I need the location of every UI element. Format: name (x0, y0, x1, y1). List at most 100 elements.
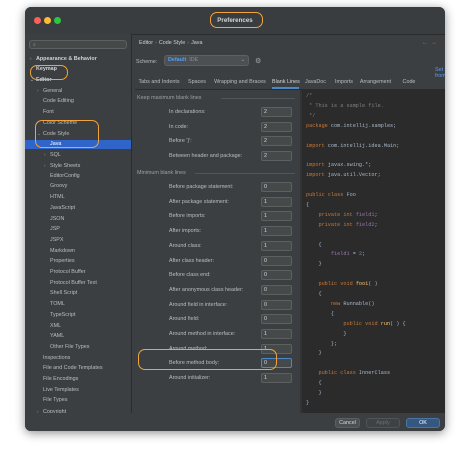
option-after-package-statement-field[interactable]: 1 (261, 196, 292, 207)
annotation-editor (30, 65, 68, 80)
code-token: import (306, 172, 328, 179)
code-token: field2 (355, 221, 375, 228)
sidebar-item-protocol-buffer[interactable]: Protocol Buffer (25, 268, 131, 277)
option-before-field[interactable]: 2 (261, 136, 292, 147)
scheme-dropdown[interactable]: Default IDE ⌄ (164, 55, 249, 66)
sidebar-item-style-sheets[interactable]: › Style Sheets (25, 161, 131, 170)
cancel-button[interactable]: Cancel (335, 418, 360, 428)
option-before-package-statement-field[interactable]: 0 (261, 182, 292, 192)
sidebar-item-file-encodings[interactable]: File Encodings (25, 375, 131, 384)
sidebar-item-groovy[interactable]: Groovy (25, 182, 131, 191)
option-label: Before imports: (169, 213, 206, 220)
code-token: { (306, 380, 322, 387)
sidebar-item-markdown[interactable]: Markdown (25, 247, 131, 256)
option-in-code-field[interactable]: 2 (261, 121, 292, 132)
option-before-class-end-field[interactable]: 0 (261, 270, 292, 281)
code-token: }; (306, 340, 338, 347)
code-token: javax.swing.*; (327, 162, 372, 169)
code-token: ( ) (390, 320, 400, 327)
code-line: { (306, 291, 322, 297)
option-before-imports-field[interactable]: 1 (261, 211, 292, 222)
code-token: field1 (330, 251, 350, 258)
sidebar-item-other-file-types[interactable]: Other File Types (25, 343, 131, 352)
sidebar-item-file-types[interactable]: File Types (25, 396, 131, 405)
code-line: public void run( ) { (306, 320, 405, 327)
option-around-field-field[interactable]: 0 (261, 314, 292, 325)
sidebar-item-typescript[interactable]: TypeScript (25, 311, 131, 320)
sidebar-item-live-templates[interactable]: Live Templates (25, 386, 131, 395)
tab-spaces[interactable]: Spaces (185, 77, 209, 89)
breadcrumb-editor[interactable]: Editor (139, 40, 153, 46)
sidebar-item-protocol-buffer-text[interactable]: Protocol Buffer Text (25, 279, 131, 288)
code-line: { (306, 380, 322, 387)
option-around-method-in-interface-field[interactable]: 1 (261, 329, 292, 339)
code-token: field1 (355, 211, 375, 218)
sidebar-item-label: JSON (50, 215, 65, 222)
blank-lines-options: Keep maximum blank lines In declarations:… (135, 90, 299, 431)
breadcrumb-code-style[interactable]: Code Style (159, 40, 185, 46)
sidebar-item-editorconfig[interactable]: EditorConfig (25, 172, 131, 181)
tab-blank-lines[interactable]: Blank Lines (272, 77, 300, 89)
sidebar-item-jsp[interactable]: JSP (25, 225, 131, 234)
sidebar-item-label: Markdown (50, 247, 75, 254)
sidebar-item-label: XML (50, 322, 62, 329)
sidebar-item-label: Code Editing (43, 97, 74, 104)
code-line: private int field2; (306, 221, 377, 228)
option-between-header-and-package-field[interactable]: 2 (261, 151, 292, 162)
sidebar-item-javascript[interactable]: JavaScript (25, 204, 131, 213)
tab-imports[interactable]: Imports (332, 77, 356, 89)
ok-button[interactable]: OK (406, 418, 440, 428)
code-token: private int (306, 211, 356, 218)
back-arrow-icon[interactable]: ← (422, 40, 431, 46)
sidebar-item-shell-script[interactable]: Shell Script (25, 289, 131, 298)
tab-arrangement[interactable]: Arrangement (359, 77, 392, 89)
option-around-initializer-field[interactable]: 1 (261, 373, 292, 384)
option-after-imports-field[interactable]: 1 (261, 226, 292, 237)
option-around-class-field[interactable]: 1 (261, 240, 292, 251)
code-token: { (306, 291, 322, 297)
sidebar-item-label: File Types (43, 397, 68, 404)
sidebar-item-font[interactable]: Font (25, 108, 131, 117)
sidebar-item-label: Protocol Buffer (50, 269, 86, 275)
sidebar-item-yaml[interactable]: YAML (25, 332, 131, 341)
settings-search-input[interactable]: ⌕ (29, 40, 127, 49)
option-label: After imports: (169, 228, 202, 235)
sidebar-item-inspections[interactable]: Inspections (25, 354, 131, 363)
tab-tabs-and-indents[interactable]: Tabs and Indents (135, 77, 183, 89)
option-after-anonymous-class-header-field[interactable]: 0 (261, 284, 292, 295)
code-line: } (306, 350, 321, 356)
tab-javadoc[interactable]: JavaDoc (302, 77, 329, 89)
code-token: } (306, 261, 322, 268)
code-token: { (306, 310, 335, 317)
option-in-declarations-field[interactable]: 2 (261, 107, 292, 117)
tab-wrapping-and-braces[interactable]: Wrapping and Braces (211, 77, 269, 89)
sidebar-item-jspx[interactable]: JSPX (25, 236, 131, 245)
option-after-class-header-field[interactable]: 0 (261, 255, 292, 266)
apply-button[interactable]: Apply (366, 418, 400, 428)
option-around-field-in-interface-field[interactable]: 0 (261, 299, 292, 310)
sidebar-item-json[interactable]: JSON (25, 215, 131, 224)
code-token: private int (306, 221, 356, 228)
sidebar-item-appearance-behavior[interactable]: › Appearance & Behavior (25, 54, 131, 63)
code-token: InnerClass (358, 370, 391, 377)
navigation-arrows[interactable]: ←→ (422, 40, 440, 46)
code-line: import javax.swing.*; (306, 162, 371, 168)
sidebar-item-general[interactable]: › General (25, 86, 131, 95)
sidebar-item-html[interactable]: HTML (25, 193, 131, 202)
preferences-window: Preferences ⌕ › Appearance & Behavior Keym… (25, 7, 445, 431)
sidebar-item-properties[interactable]: Properties (25, 257, 131, 266)
sidebar-item-label: JSP (50, 226, 60, 233)
sidebar-item-sql[interactable]: › SQL (25, 150, 131, 159)
sidebar-item-label: Shell Script (50, 290, 78, 297)
sidebar-item-file-and-code-templates[interactable]: File and Code Templates (25, 364, 131, 373)
gear-icon[interactable]: ⚙ (255, 57, 261, 65)
sidebar-item-toml[interactable]: TOML (25, 300, 131, 309)
sidebar-item-xml[interactable]: XML (25, 322, 131, 331)
tab-code[interactable]: Code (395, 77, 423, 89)
scheme-label: Scheme: (136, 59, 158, 65)
forward-arrow-icon[interactable]: → (431, 40, 440, 46)
sidebar-item-label: TypeScript (50, 311, 76, 318)
code-line: }; (306, 341, 337, 347)
sidebar-item-code-editing[interactable]: Code Editing (25, 97, 131, 106)
